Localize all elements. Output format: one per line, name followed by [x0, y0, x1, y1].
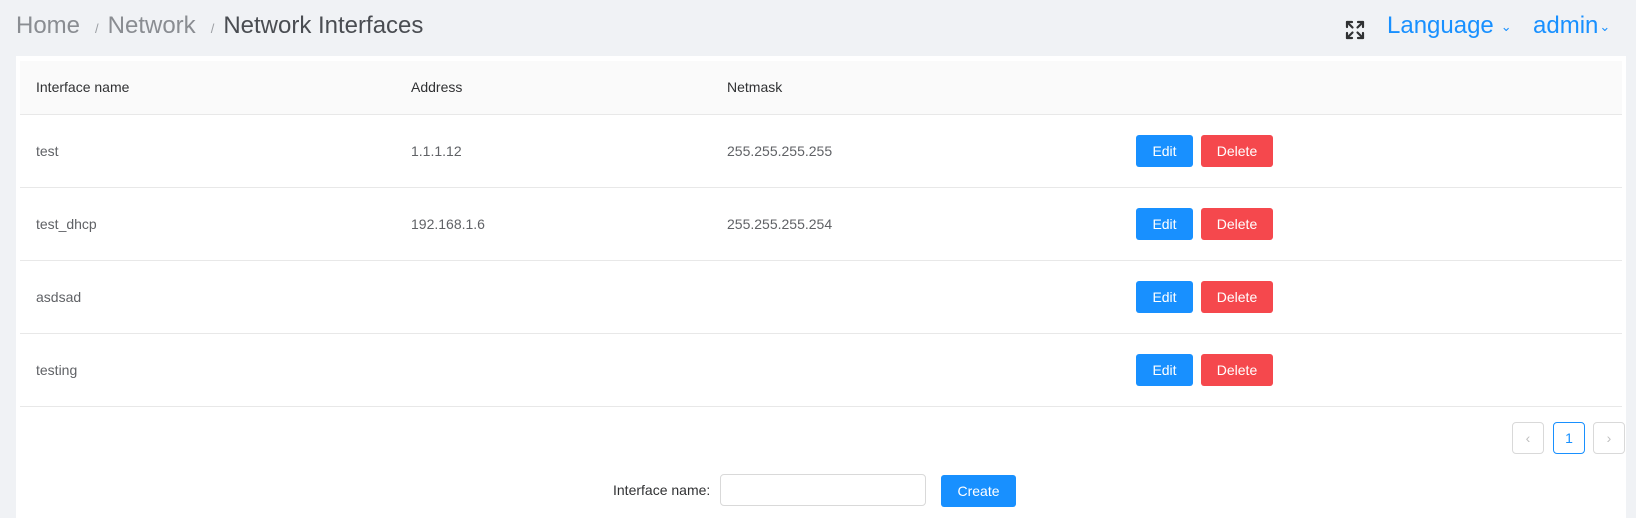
cell-address: 1.1.1.12 — [395, 114, 711, 188]
cell-netmask: 255.255.255.255 — [711, 114, 1121, 188]
edit-button[interactable]: Edit — [1136, 353, 1193, 386]
interfaces-card: Interface name Address Netmask test 1.1.… — [16, 56, 1626, 518]
cell-address — [395, 333, 711, 407]
cell-actions: Edit Delete — [1121, 114, 1622, 188]
edit-button[interactable]: Edit — [1136, 207, 1193, 240]
chevron-right-icon: › — [1606, 430, 1612, 446]
cell-address: 192.168.1.6 — [395, 187, 711, 261]
chevron-down-icon: ⌄ — [1599, 18, 1611, 34]
language-label: Language — [1387, 12, 1494, 39]
edit-button[interactable]: Edit — [1136, 134, 1193, 167]
delete-button[interactable]: Delete — [1201, 207, 1273, 240]
breadcrumb-current: Network Interfaces — [223, 12, 424, 39]
pagination-page-1[interactable]: 1 — [1553, 422, 1585, 454]
label-colon: : — [706, 482, 711, 498]
table-row: test_dhcp 192.168.1.6 255.255.255.254 Ed… — [20, 187, 1622, 261]
edit-button[interactable]: Edit — [1136, 280, 1193, 313]
create-button[interactable]: Create — [941, 475, 1016, 507]
delete-button[interactable]: Delete — [1201, 280, 1273, 313]
cell-address — [395, 260, 711, 334]
header: Home / Network / Network Interfaces Lang… — [0, 0, 1636, 56]
language-dropdown[interactable]: Language ⌄ — [1387, 12, 1512, 40]
delete-button[interactable]: Delete — [1201, 134, 1273, 167]
fullscreen-icon[interactable] — [1344, 19, 1366, 41]
chevron-left-icon: ‹ — [1525, 430, 1531, 446]
interface-name-input[interactable] — [720, 474, 926, 506]
cell-netmask — [711, 260, 1121, 334]
interfaces-table: Interface name Address Netmask test 1.1.… — [20, 61, 1622, 407]
cell-actions: Edit Delete — [1121, 260, 1622, 334]
pagination-prev-button[interactable]: ‹ — [1512, 422, 1544, 454]
create-interface-label-text: Interface name — [613, 482, 707, 498]
breadcrumb-network[interactable]: Network — [108, 12, 196, 40]
cell-interface-name: testing — [20, 333, 395, 407]
cell-actions: Edit Delete — [1121, 187, 1622, 261]
cell-actions: Edit Delete — [1121, 333, 1622, 407]
cell-interface-name: test_dhcp — [20, 187, 395, 261]
pagination-next-button[interactable]: › — [1593, 422, 1625, 454]
breadcrumb-separator: / — [210, 21, 215, 36]
cell-interface-name: test — [20, 114, 395, 188]
delete-button[interactable]: Delete — [1201, 353, 1273, 386]
user-menu[interactable]: admin⌄ — [1533, 12, 1610, 40]
cell-netmask — [711, 333, 1121, 407]
table-row: testing Edit Delete — [20, 333, 1622, 407]
table-header-row: Interface name Address Netmask — [20, 61, 1622, 115]
column-header-address: Address — [395, 61, 711, 115]
chevron-down-icon: ⌄ — [1500, 18, 1512, 34]
create-interface-label: Interface name: — [613, 482, 710, 498]
breadcrumb-home[interactable]: Home — [16, 12, 80, 40]
cell-netmask: 255.255.255.254 — [711, 187, 1121, 261]
column-header-actions — [1121, 61, 1622, 115]
breadcrumb: Home / Network / Network Interfaces — [16, 12, 423, 40]
column-header-interface-name: Interface name — [20, 61, 395, 115]
column-header-netmask: Netmask — [711, 61, 1121, 115]
table-row: asdsad Edit Delete — [20, 260, 1622, 334]
cell-interface-name: asdsad — [20, 260, 395, 334]
breadcrumb-separator: / — [95, 21, 99, 36]
table-row: test 1.1.1.12 255.255.255.255 Edit Delete — [20, 114, 1622, 188]
user-label: admin — [1533, 12, 1599, 39]
